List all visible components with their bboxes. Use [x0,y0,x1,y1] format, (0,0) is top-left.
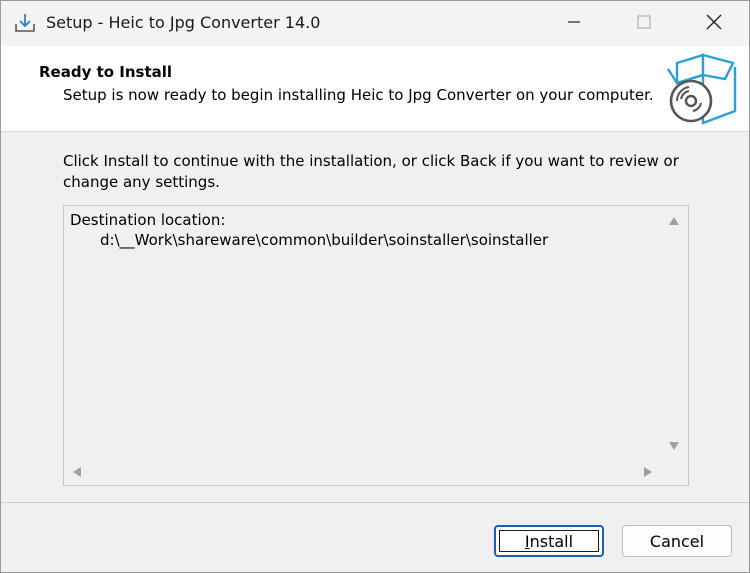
vertical-scrollbar[interactable] [661,206,688,460]
minimize-icon [567,14,581,33]
software-box-cd-icon [663,49,743,129]
focus-ring [499,530,599,552]
install-button[interactable]: Install [494,525,604,557]
scroll-right-icon[interactable] [644,467,652,477]
page-subtitle: Setup is now ready to begin installing H… [63,86,654,104]
horizontal-scrollbar[interactable] [64,458,661,485]
ready-memo[interactable]: Destination location: d:\__Work\sharewar… [63,205,689,486]
memo-content: Destination location: d:\__Work\sharewar… [70,210,548,250]
footer-divider [1,502,749,503]
maximize-button[interactable] [609,1,679,46]
close-button[interactable] [679,1,749,46]
setup-window: Setup - Heic to Jpg Converter 14.0 Ready… [0,0,750,573]
title-bar[interactable]: Setup - Heic to Jpg Converter 14.0 [1,1,749,46]
memo-destination-path: d:\__Work\shareware\common\builder\soins… [100,231,549,249]
minimize-button[interactable] [539,1,609,46]
scroll-down-icon[interactable] [669,442,679,450]
scroll-left-icon[interactable] [73,467,81,477]
close-icon [706,14,722,34]
wizard-header: Ready to Install Setup is now ready to b… [1,46,749,132]
scroll-corner [661,458,688,485]
setup-download-icon [13,11,37,35]
maximize-icon [637,14,651,33]
memo-destination-label: Destination location: [70,211,226,229]
intro-text: Click Install to continue with the insta… [63,152,679,191]
cancel-button[interactable]: Cancel [622,525,732,557]
page-title: Ready to Install [39,63,173,81]
window-title: Setup - Heic to Jpg Converter 14.0 [46,13,321,32]
scroll-up-icon[interactable] [669,217,679,225]
